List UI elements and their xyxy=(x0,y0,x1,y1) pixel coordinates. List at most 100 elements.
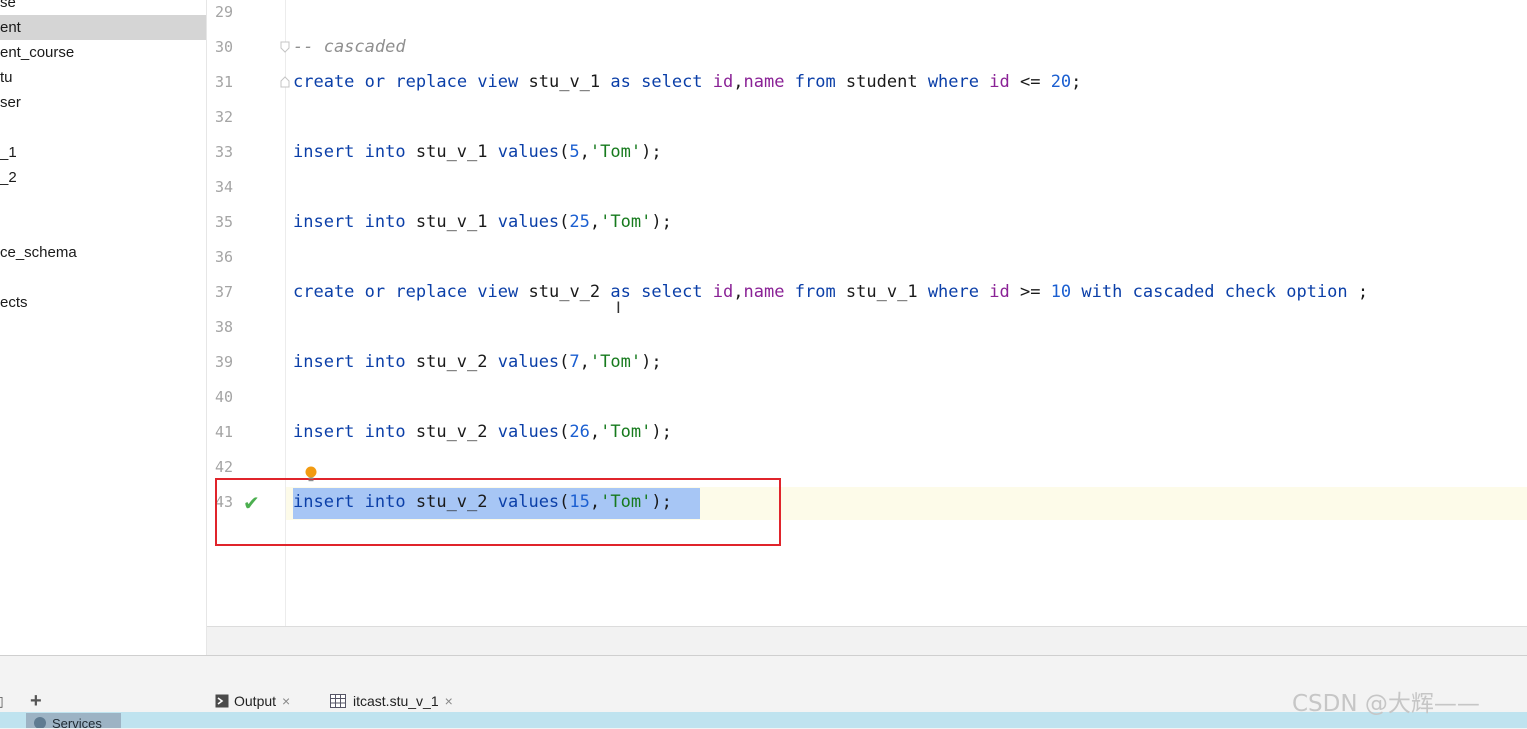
close-icon[interactable]: × xyxy=(445,693,453,709)
editor-status-strip xyxy=(207,626,1527,656)
token-str: 'Tom' xyxy=(600,212,652,232)
line-number: 40 xyxy=(215,388,234,406)
code-line[interactable]: create or replace view stu_v_1 as select… xyxy=(293,65,1081,100)
code-line[interactable]: create or replace view stu_v_2 as select… xyxy=(293,275,1368,310)
token-text: <= xyxy=(1009,72,1051,92)
token-text: stu_v_2 xyxy=(518,282,611,302)
code-line[interactable]: insert into stu_v_2 values(7,'Tom'); xyxy=(293,345,662,380)
services-button[interactable]: Services xyxy=(26,713,121,728)
watermark: CSDN @大辉—— xyxy=(1292,691,1480,717)
tree-item[interactable]: _1 xyxy=(0,140,17,165)
tab-output-label: Output xyxy=(234,693,277,709)
panel-edge-icon: ▯ xyxy=(0,690,4,712)
add-button[interactable]: + xyxy=(30,690,42,712)
token-fld: id xyxy=(712,72,734,92)
line-number: 37 xyxy=(215,283,234,301)
token-str: 'Tom' xyxy=(589,352,642,372)
mouse-ibeam-cursor-icon: I xyxy=(616,298,621,317)
tree-item[interactable]: ects xyxy=(0,290,28,315)
token-kw: where xyxy=(927,72,979,92)
line-number: 30 xyxy=(215,38,234,56)
services-label: Services xyxy=(52,716,102,728)
tree-item[interactable]: ent xyxy=(0,15,206,40)
token-text: ( xyxy=(559,212,570,232)
token-kw: insert xyxy=(293,212,355,232)
tree-item[interactable]: ent_course xyxy=(0,40,74,65)
line-number: 36 xyxy=(215,248,234,266)
token-text: ); xyxy=(641,352,662,372)
token-kw: from xyxy=(794,72,836,92)
token-kw: view xyxy=(477,282,519,302)
tree-item[interactable]: se xyxy=(0,0,16,15)
tab-view-result-label: itcast.stu_v_1 xyxy=(353,693,439,709)
line-number: 31 xyxy=(215,73,234,91)
code-line[interactable]: insert into stu_v_1 values(25,'Tom'); xyxy=(293,205,672,240)
token-text: , xyxy=(589,422,601,442)
close-icon[interactable]: × xyxy=(282,693,290,709)
token-kw: values xyxy=(497,352,560,372)
token-kw: replace xyxy=(395,282,468,302)
tree-item[interactable]: _2 xyxy=(0,165,17,190)
token-kw: values xyxy=(497,142,560,162)
token-text: stu_v_2 xyxy=(405,422,498,442)
code-line[interactable]: insert into stu_v_1 values(5,'Tom'); xyxy=(293,135,662,170)
token-num: 25 xyxy=(569,212,590,232)
code-line[interactable]: -- cascaded xyxy=(293,30,406,65)
token-fld: name xyxy=(743,72,785,92)
code-line[interactable]: insert into stu_v_2 values(26,'Tom'); xyxy=(293,415,672,450)
tree-item[interactable]: tu xyxy=(0,65,13,90)
fold-icon[interactable] xyxy=(280,41,290,53)
token-text: , xyxy=(579,142,590,162)
token-fld: name xyxy=(743,282,785,302)
token-text: stu_v_1 xyxy=(835,282,928,302)
line-number: 38 xyxy=(215,318,234,336)
token-text: , xyxy=(589,212,601,232)
token-fld: id xyxy=(989,282,1010,302)
token-cmt: -- cascaded xyxy=(293,37,406,57)
sql-editor[interactable]: 29 30 31 32 33 34 35 36 37 38 39 40 41 42 43 -- cascad… xyxy=(207,0,1527,626)
token-kw: view xyxy=(477,72,519,92)
tab-view-result[interactable]: itcast.stu_v_1 × xyxy=(330,690,453,712)
token-kw: or xyxy=(364,72,386,92)
tree-item[interactable]: ce_schema xyxy=(0,240,77,265)
token-text: ( xyxy=(559,352,570,372)
tree-item[interactable]: ser xyxy=(0,90,21,115)
database-tree: se ent ent_course tu ser _1 _2 ce_schemaects xyxy=(0,0,207,655)
fold-end-icon[interactable] xyxy=(280,76,290,88)
check-icon: ✔ xyxy=(243,491,260,515)
line-number: 39 xyxy=(215,353,234,371)
token-fld: id xyxy=(989,72,1010,92)
token-str: 'Tom' xyxy=(600,422,652,442)
line-number: 33 xyxy=(215,143,234,161)
line-number: 34 xyxy=(215,178,234,196)
line-number: 41 xyxy=(215,423,234,441)
tab-output[interactable]: Output × xyxy=(215,690,290,712)
token-str: 'Tom' xyxy=(589,142,642,162)
token-kw: values xyxy=(497,212,560,232)
token-kw: into xyxy=(364,422,406,442)
lightbulb-icon[interactable] xyxy=(304,466,318,484)
token-kw: into xyxy=(364,212,406,232)
console-icon xyxy=(215,694,229,708)
token-kw: values xyxy=(497,422,560,442)
token-text: ); xyxy=(641,142,662,162)
token-kw: create xyxy=(293,72,355,92)
line-number: 32 xyxy=(215,108,234,126)
line-number: 35 xyxy=(215,213,234,231)
annotation-highlight-box xyxy=(215,478,781,546)
token-text: , xyxy=(733,282,744,302)
